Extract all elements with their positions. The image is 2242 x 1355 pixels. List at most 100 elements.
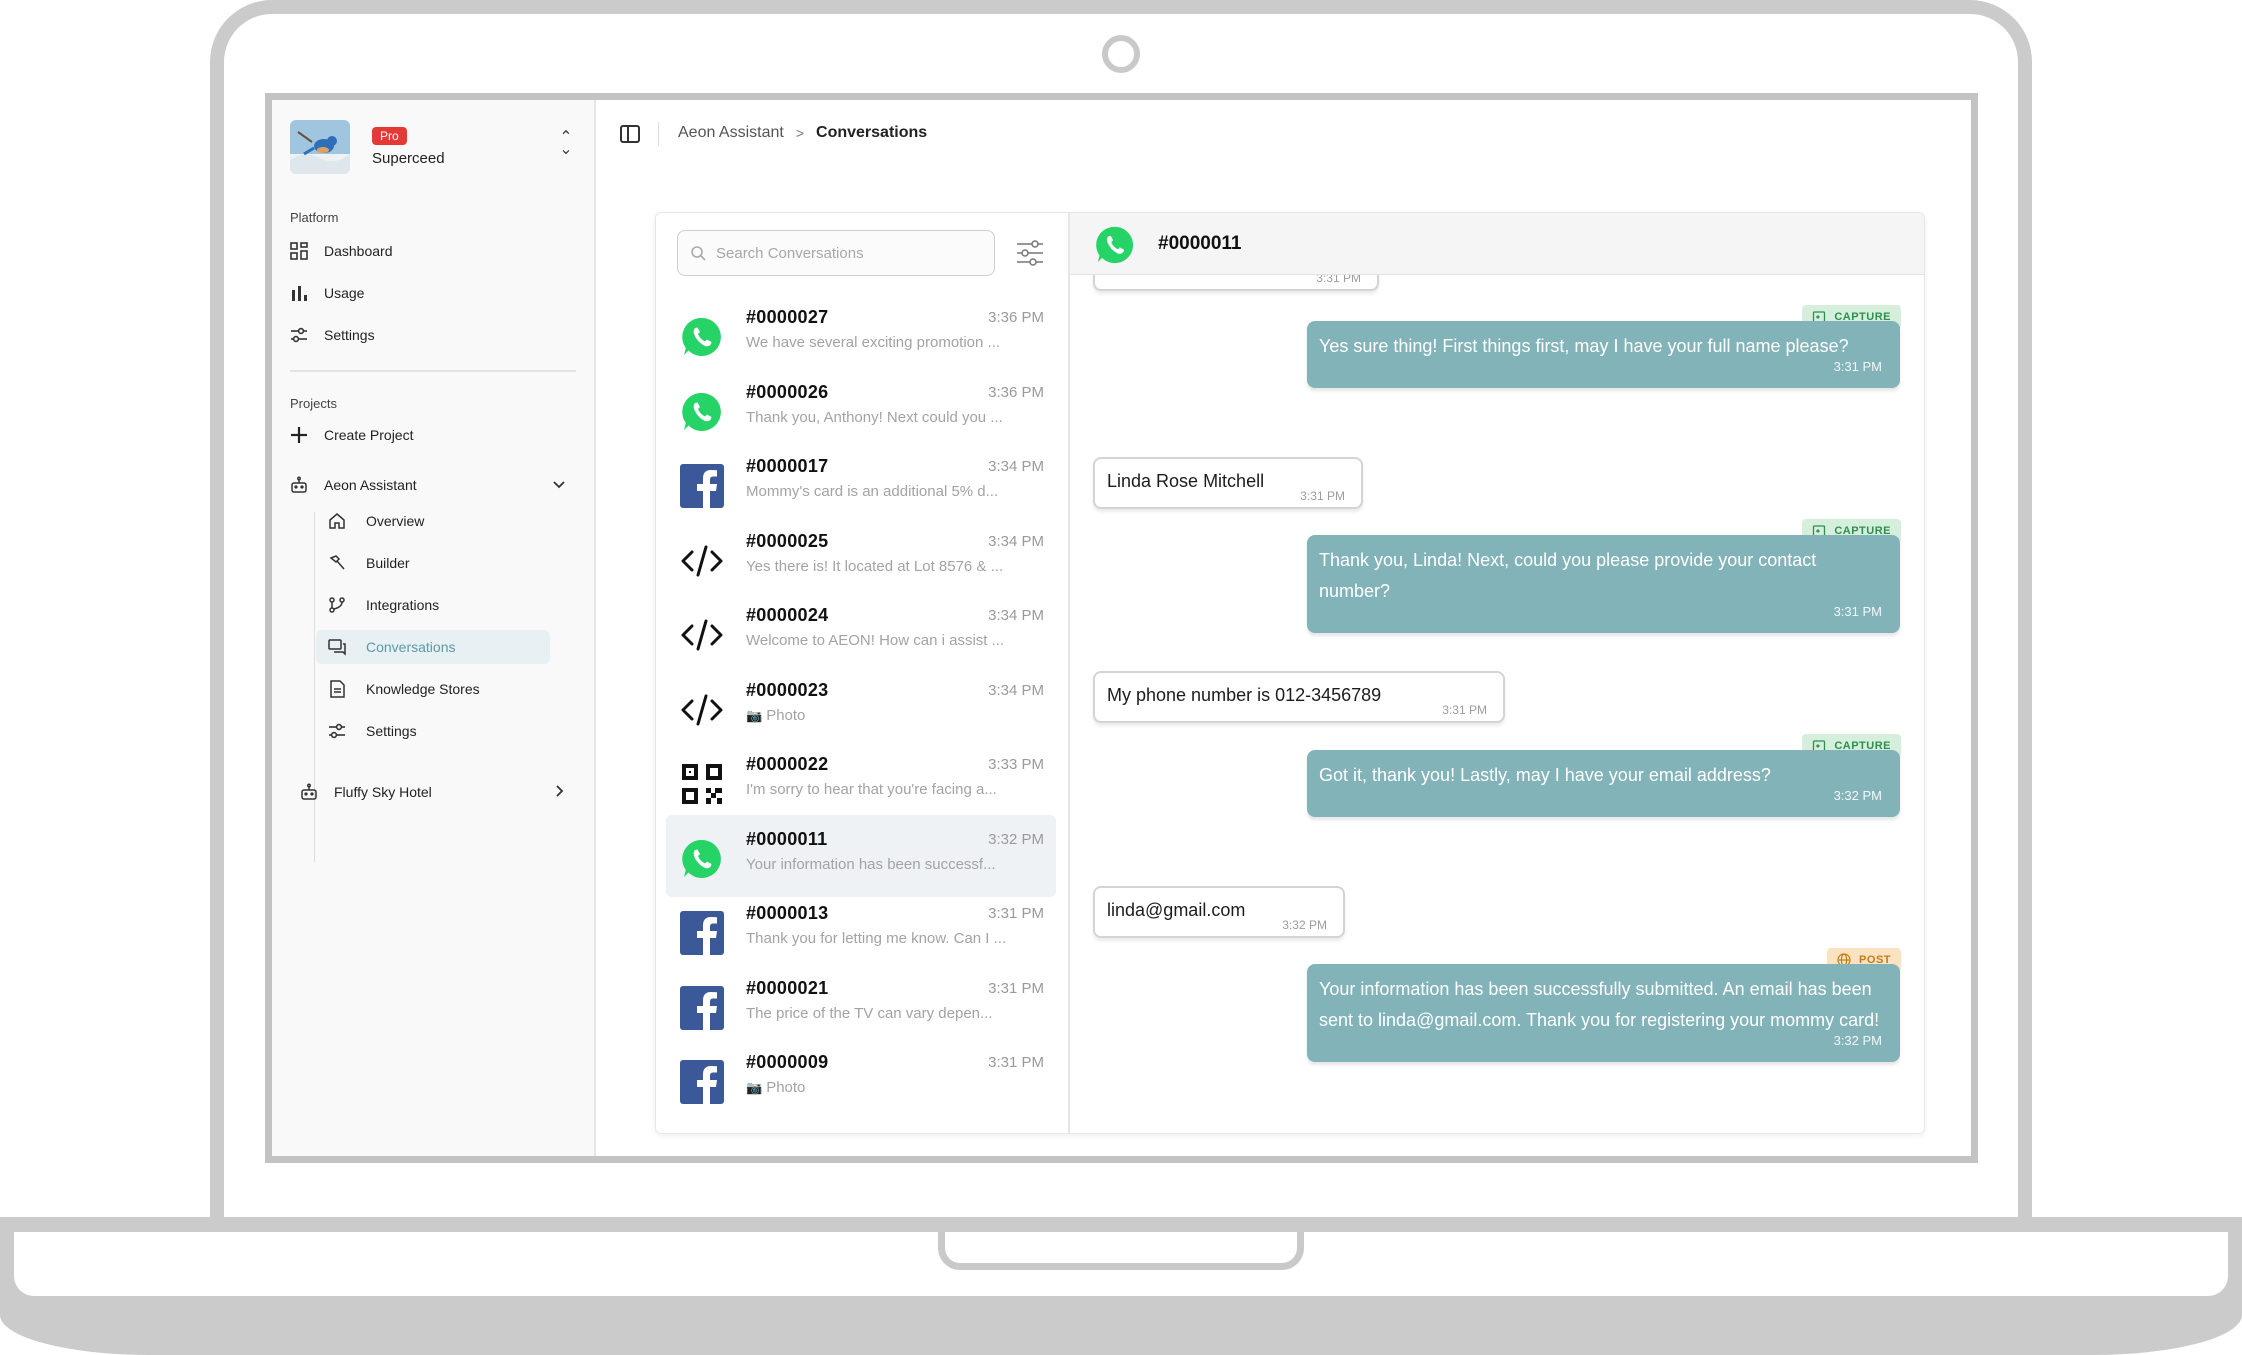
conversation-time: 3:31 PM (988, 1054, 1044, 1071)
conversation-preview: 📷 Photo (746, 707, 1046, 724)
git-branch-icon (328, 596, 356, 614)
conversation-preview: Your information has been successf... (746, 856, 1046, 873)
conversation-preview: Mommy's card is an additional 5% d... (746, 483, 1046, 500)
sidebar-item-usage[interactable]: Usage (286, 276, 576, 310)
conversation-item[interactable]: #0000025 3:34 PM Yes there is! It located … (666, 517, 1056, 599)
conversations-panel: #0000027 3:36 PM We have several exciting … (655, 212, 1925, 1134)
message-list: 3:31 PM CAPTURE Yes sure thing! First thi… (1070, 275, 1924, 1133)
conversation-time: 3:34 PM (988, 458, 1044, 475)
sidebar-item-project-settings[interactable]: Settings (316, 714, 550, 748)
conversation-time: 3:33 PM (988, 756, 1044, 773)
project-fluffy-sky-hotel[interactable]: Fluffy Sky Hotel (296, 775, 576, 809)
message-text: Your information has been successfully s… (1319, 979, 1880, 1030)
conversation-preview: Yes there is! It located at Lot 8576 & .… (746, 558, 1046, 575)
conversation-id: #0000017 (746, 456, 829, 476)
conversation-time: 3:34 PM (988, 532, 1044, 550)
breadcrumb-separator: > (795, 125, 805, 141)
plus-icon (290, 426, 318, 444)
message-text: Got it, thank you! Lastly, may I have yo… (1319, 765, 1771, 785)
sidebar-item-settings[interactable]: Settings (286, 318, 576, 352)
conversation-time: 3:31 PM (988, 905, 1044, 922)
conversation-item[interactable]: #0000021 3:31 PM The price of the TV can v… (666, 964, 1056, 1046)
conversation-item[interactable]: #0000023 3:34 PM 📷 Photo (666, 666, 1056, 748)
facebook-icon (680, 1060, 724, 1104)
conversation-item[interactable]: #0000022 3:33 PM I'm sorry to hear that yo… (666, 740, 1056, 822)
conversation-time: 3:36 PM (988, 383, 1044, 401)
conversation-item[interactable]: #0000017 3:34 PM Mommy's card is an additi… (666, 442, 1056, 524)
breadcrumb-root[interactable]: Aeon Assistant (678, 124, 784, 142)
message-text: My phone number is 012-3456789 (1107, 685, 1382, 705)
chevrons-up-down-icon[interactable]: ⌃ ⌄ (556, 130, 576, 158)
conversation-preview: 📷 Photo (746, 1079, 1046, 1096)
chevron-right-icon[interactable] (552, 784, 566, 801)
create-project-button[interactable]: Create Project (286, 418, 576, 452)
search-input[interactable] (716, 244, 986, 262)
search-box[interactable] (677, 230, 995, 276)
conversation-id: #0000009 (746, 1052, 829, 1072)
whatsapp-icon (680, 390, 724, 434)
conversation-id: #0000021 (746, 977, 829, 998)
org-name: Superceed (372, 150, 445, 167)
message-time: 3:32 PM (1833, 788, 1882, 803)
create-project-label: Create Project (324, 427, 414, 443)
conversation-id: #0000027 (746, 307, 829, 327)
sidebar-item-label: Settings (366, 723, 417, 739)
message-out: Thank you, Linda! Next, could you please… (1307, 535, 1900, 633)
message-in: My phone number is 012-3456789 3:31 PM (1093, 671, 1505, 723)
whatsapp-icon (680, 837, 724, 881)
conversation-id: #0000023 (746, 679, 829, 700)
conversation-item[interactable]: #0000027 3:36 PM We have several exciting … (666, 293, 1056, 375)
whatsapp-icon (1094, 224, 1136, 266)
camera-icon: 📷 (746, 707, 763, 723)
bot-icon (300, 783, 328, 801)
projects-section-label: Projects (290, 396, 337, 411)
sidebar-item-label: Usage (324, 285, 365, 301)
message-text: Yes sure thing! First things first, may … (1319, 336, 1849, 356)
sidebar-toggle-icon[interactable] (620, 125, 640, 143)
platform-section-label: Platform (290, 210, 339, 225)
sidebar-item-overview[interactable]: Overview (316, 504, 550, 538)
sliders-icon (290, 326, 318, 344)
sidebar-item-knowledge-stores[interactable]: Knowledge Stores (316, 672, 550, 706)
message-time: 3:32 PM (1282, 918, 1327, 932)
home-icon (328, 512, 356, 530)
sidebar-item-integrations[interactable]: Integrations (316, 588, 550, 622)
message-time: 3:32 PM (1833, 1033, 1882, 1048)
conversation-id: #0000011 (746, 828, 828, 849)
sidebar-item-dashboard[interactable]: Dashboard (286, 234, 576, 268)
chat-title: #0000011 (1158, 233, 1242, 254)
code-icon (680, 688, 724, 732)
conversation-preview-text: Photo (766, 1079, 806, 1096)
hammer-icon (328, 554, 356, 572)
sidebar-item-conversations[interactable]: Conversations (316, 630, 550, 664)
conversation-item[interactable]: #0000024 3:34 PM Welcome to AEON! How can … (666, 591, 1056, 673)
filter-icon[interactable] (1014, 237, 1046, 269)
conversation-preview: Thank you for letting me know. Can I ... (746, 930, 1046, 947)
document-icon (328, 680, 356, 698)
sidebar-item-builder[interactable]: Builder (316, 546, 550, 580)
bar-chart-icon (290, 284, 318, 302)
whatsapp-icon (680, 315, 724, 359)
conversation-item[interactable]: #0000011 3:32 PM Your information has been… (666, 814, 1056, 897)
breadcrumb: Aeon Assistant > Conversations (678, 124, 927, 142)
conversation-id: #0000026 (746, 381, 829, 402)
conversation-preview: Welcome to AEON! How can i assist ... (746, 632, 1046, 649)
project-label: Fluffy Sky Hotel (334, 784, 432, 800)
project-aeon-assistant[interactable]: Aeon Assistant (286, 468, 576, 502)
conversation-preview-text: Welcome to AEON! How can i assist ... (746, 632, 1005, 649)
plan-badge: Pro (372, 127, 407, 145)
sidebar-item-label: Conversations (366, 639, 456, 655)
grid-icon (290, 242, 318, 260)
conversation-item[interactable]: #0000026 3:36 PM Thank you, Anthony! Next … (666, 368, 1056, 450)
org-switcher[interactable]: Pro Superceed ⌃ ⌄ (290, 120, 580, 176)
sliders-icon (328, 722, 356, 740)
conversation-item[interactable]: #0000013 3:31 PM Thank you for letting me … (666, 889, 1056, 971)
message-out: Yes sure thing! First things first, may … (1307, 321, 1900, 388)
message-time: 3:31 PM (1442, 703, 1487, 717)
conversation-item[interactable]: #0000009 3:31 PM 📷 Photo (666, 1038, 1056, 1120)
conversation-time: 3:31 PM (988, 979, 1044, 997)
chevron-down-icon[interactable] (552, 477, 566, 494)
conversation-preview-text: Your information has been successf... (746, 855, 996, 873)
sidebar: Pro Superceed ⌃ ⌄ Platform Dashboard Usag… (272, 100, 596, 1156)
project-label: Aeon Assistant (324, 477, 417, 493)
